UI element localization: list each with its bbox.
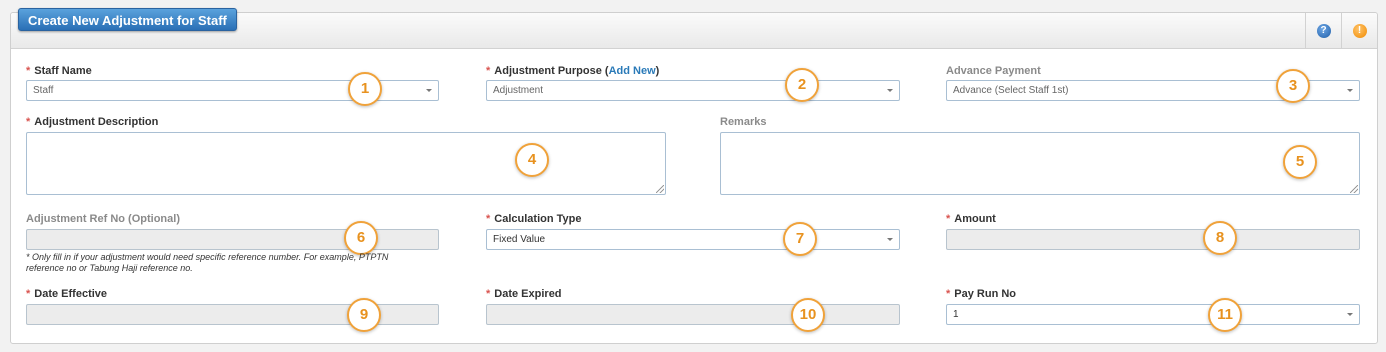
info-button[interactable]: ! — [1341, 13, 1377, 49]
help-icon: ? — [1316, 24, 1331, 38]
callout-badge-3: 3 — [1276, 69, 1310, 103]
adjustment-purpose-value: Adjustment — [493, 85, 544, 96]
required-mark: * — [486, 288, 491, 300]
label-text: Amount — [954, 213, 996, 225]
required-mark: * — [26, 288, 31, 300]
calculation-type-select[interactable]: Fixed Value — [486, 229, 900, 250]
pay-run-no-value: 1 — [953, 309, 959, 320]
calculation-type-label: * Calculation Type — [486, 213, 581, 225]
adjustment-purpose-label: * Adjustment Purpose (Add New) — [486, 65, 659, 77]
callout-badge-2: 2 — [785, 68, 819, 102]
callout-badge-6: 6 — [344, 221, 378, 255]
advance-payment-value: Advance (Select Staff 1st) — [953, 85, 1069, 96]
label-text: Adjustment Description — [34, 116, 159, 128]
callout-badge-10: 10 — [791, 298, 825, 332]
adjustment-description-textarea[interactable] — [26, 132, 666, 195]
label-text: Date Expired — [494, 288, 562, 300]
amount-label: * Amount — [946, 213, 996, 225]
pay-run-no-select[interactable]: 1 — [946, 304, 1360, 325]
required-mark: * — [486, 213, 491, 225]
adjustment-description-label: * Adjustment Description — [26, 116, 158, 128]
amount-input[interactable] — [946, 229, 1360, 250]
remarks-label: Remarks — [720, 116, 767, 128]
advance-payment-label: Advance Payment — [946, 65, 1041, 77]
label-text: Date Effective — [34, 288, 108, 300]
required-mark: * — [26, 116, 31, 128]
label-text: Staff Name — [34, 65, 92, 77]
ref-no-help-note: * Only fill in if your adjustment would … — [26, 252, 389, 273]
date-effective-label: * Date Effective — [26, 288, 107, 300]
callout-badge-4: 4 — [515, 143, 549, 177]
staff-name-value: Staff — [33, 85, 54, 96]
adjustment-purpose-select[interactable]: Adjustment — [486, 80, 900, 101]
required-mark: * — [26, 65, 31, 77]
info-icon: ! — [1352, 24, 1367, 38]
resize-grip-icon[interactable] — [656, 185, 664, 193]
chevron-down-icon — [887, 89, 893, 92]
callout-badge-9: 9 — [347, 298, 381, 332]
resize-grip-icon[interactable] — [1350, 185, 1358, 193]
add-new-link[interactable]: Add New — [609, 65, 656, 77]
remarks-textarea[interactable] — [720, 132, 1360, 195]
label-text: Calculation Type — [494, 213, 582, 225]
date-expired-label: * Date Expired — [486, 288, 562, 300]
label-text: Adjustment Purpose ( — [494, 65, 609, 77]
label-text: Pay Run No — [954, 288, 1017, 300]
pay-run-no-label: * Pay Run No — [946, 288, 1016, 300]
callout-badge-1: 1 — [348, 72, 382, 106]
adjustment-ref-no-label: Adjustment Ref No (Optional) — [26, 213, 180, 225]
date-expired-input[interactable] — [486, 304, 900, 325]
header-icons: ? ! — [1305, 13, 1377, 49]
staff-name-label: * Staff Name — [26, 65, 92, 77]
calculation-type-value: Fixed Value — [493, 234, 546, 245]
callout-badge-11: 11 — [1208, 298, 1242, 332]
callout-badge-7: 7 — [783, 222, 817, 256]
help-button[interactable]: ? — [1305, 13, 1341, 49]
required-mark: * — [946, 213, 951, 225]
page-title: Create New Adjustment for Staff — [18, 8, 237, 31]
required-mark: * — [946, 288, 951, 300]
required-mark: * — [486, 65, 491, 77]
chevron-down-icon — [1347, 89, 1353, 92]
callout-badge-5: 5 — [1283, 145, 1317, 179]
chevron-down-icon — [887, 238, 893, 241]
label-suffix: ) — [655, 65, 660, 77]
callout-badge-8: 8 — [1203, 221, 1237, 255]
chevron-down-icon — [1347, 313, 1353, 316]
chevron-down-icon — [426, 89, 432, 92]
